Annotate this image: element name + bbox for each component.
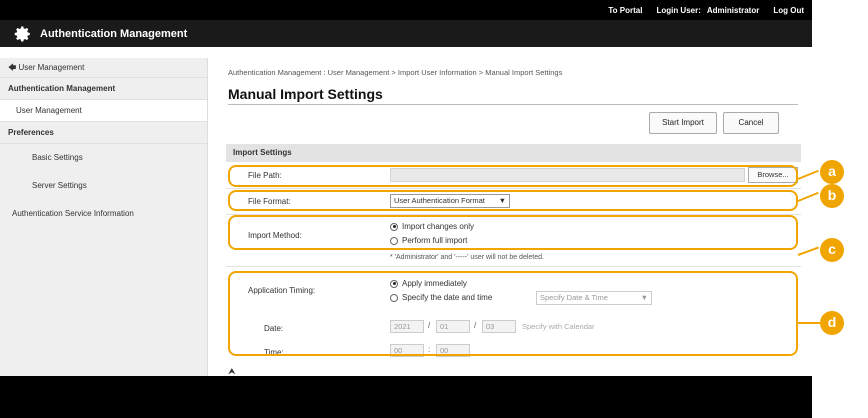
sidebar-item-authentication-service-information[interactable]: Authentication Service Information [0, 200, 207, 228]
sidebar-item-server-settings[interactable]: Server Settings [0, 172, 207, 200]
callout-marker-d: d [820, 311, 844, 335]
callout-file-path [228, 165, 798, 187]
app-title: Authentication Management [40, 27, 188, 40]
callout-marker-b: b [820, 184, 844, 208]
callout-marker-a: a [820, 160, 844, 184]
import-note: * 'Administrator' and '-----' user will … [390, 254, 544, 261]
sidebar-item-basic-settings[interactable]: Basic Settings [0, 144, 207, 172]
back-arrow-icon: 🡄 [8, 63, 17, 72]
start-import-button[interactable]: Start Import [649, 112, 717, 134]
sidebar-item-user-management[interactable]: User Management [0, 100, 207, 122]
callout-marker-c: c [820, 238, 844, 262]
callout-file-format [228, 190, 798, 211]
page-title: Manual Import Settings [228, 86, 383, 102]
footer-bar [0, 376, 812, 418]
gear-icon [14, 26, 30, 41]
import-settings-header: Import Settings [226, 144, 801, 162]
sidebar-section-preferences[interactable]: Preferences [0, 122, 207, 144]
title-divider [228, 104, 798, 105]
breadcrumb: Authentication Management : User Managem… [228, 68, 563, 77]
sidebar-section-authentication-management[interactable]: Authentication Management [0, 78, 207, 100]
sidebar: 🡄 User Management Authentication Managem… [0, 58, 208, 376]
logout-link[interactable]: Log Out [773, 6, 804, 15]
callout-import-method [228, 215, 798, 250]
app-window: To Portal Login User: Administrator Log … [0, 0, 812, 418]
callout-leader-d [798, 322, 820, 324]
top-bar: To Portal Login User: Administrator Log … [0, 0, 812, 20]
to-portal-link[interactable]: To Portal [608, 6, 642, 15]
row-divider [226, 266, 801, 267]
sidebar-back-label: User Management [18, 63, 85, 72]
login-user: Login User: Administrator [656, 6, 759, 15]
sidebar-back-user-management[interactable]: 🡄 User Management [0, 58, 207, 78]
cancel-button[interactable]: Cancel [723, 112, 779, 134]
login-user-name: Administrator [706, 5, 760, 15]
row-divider [226, 188, 801, 189]
login-user-label: Login User: [656, 5, 701, 15]
app-header: Authentication Management [0, 20, 812, 47]
callout-application-timing [228, 271, 798, 356]
